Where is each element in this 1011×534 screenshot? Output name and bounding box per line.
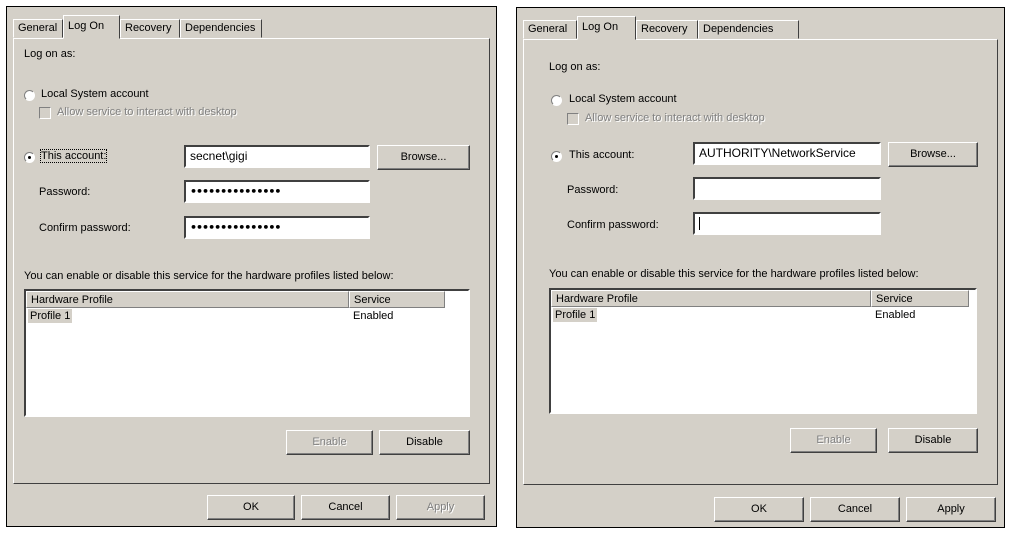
tab-general[interactable]: General [523,20,577,39]
log-on-panel: Log on as: Local System account Allow se… [523,39,998,485]
allow-interact-label: Allow service to interact with desktop [585,112,765,124]
allow-interact-checkbox[interactable] [39,107,51,119]
allow-interact-checkbox[interactable] [567,113,579,125]
password-input[interactable]: ••••••••••••••• [184,180,370,203]
profile-row-service: Enabled [353,310,394,322]
apply-button[interactable]: Apply [906,497,996,522]
hardware-profiles-list[interactable]: Hardware Profile Service Profile 1 Enabl… [24,289,470,417]
confirm-password-input[interactable]: ••••••••••••••• [184,216,370,239]
hardware-profiles-list[interactable]: Hardware Profile Service Profile 1 Enabl… [549,288,977,414]
local-system-label: Local System account [41,88,149,100]
cancel-button[interactable]: Cancel [301,495,390,520]
disable-button[interactable]: Disable [379,430,470,455]
tab-general[interactable]: General [13,19,63,38]
enable-button[interactable]: Enable [286,430,373,455]
confirm-password-input[interactable] [693,212,881,235]
profile-row-name[interactable]: Profile 1 [28,309,73,323]
this-account-label: This account: [39,149,108,163]
service-properties-dialog-right: General Log On Recovery Dependencies Log… [516,7,1005,528]
hardware-profile-column-header[interactable]: Hardware Profile [551,290,871,307]
account-input[interactable]: AUTHORITY\NetworkService [693,142,881,165]
confirm-password-label: Confirm password: [567,219,659,231]
local-system-radio[interactable] [24,90,35,101]
service-column-header[interactable]: Service [349,291,445,308]
tab-recovery[interactable]: Recovery [120,19,180,38]
this-account-radio[interactable] [551,151,562,162]
password-input[interactable] [693,177,881,200]
password-label: Password: [567,184,619,196]
tab-dependencies[interactable]: Dependencies [180,19,262,38]
account-input[interactable]: secnet\gigi [184,145,370,168]
log-on-as-label: Log on as: [549,61,601,73]
service-column-header[interactable]: Service [871,290,969,307]
tab-recovery[interactable]: Recovery [636,20,698,39]
this-account-label: This account: [569,149,635,161]
password-label: Password: [39,186,91,198]
cancel-button[interactable]: Cancel [810,497,900,522]
tab-log-on[interactable]: Log On [577,16,636,40]
confirm-password-label: Confirm password: [39,222,131,234]
browse-button[interactable]: Browse... [888,142,978,167]
profile-row-service: Enabled [875,309,916,321]
hardware-profile-column-header[interactable]: Hardware Profile [26,291,349,308]
this-account-radio[interactable] [24,152,35,163]
ok-button[interactable]: OK [207,495,295,520]
local-system-label: Local System account [569,93,677,105]
tab-log-on[interactable]: Log On [63,15,120,39]
browse-button[interactable]: Browse... [377,145,470,170]
ok-button[interactable]: OK [714,497,804,522]
disable-button[interactable]: Disable [888,428,978,453]
enable-button[interactable]: Enable [790,428,877,453]
local-system-radio[interactable] [551,95,562,106]
hardware-profiles-description: You can enable or disable this service f… [549,268,919,280]
service-properties-dialog-left: General Log On Recovery Dependencies Log… [6,6,497,527]
tab-dependencies[interactable]: Dependencies [698,20,799,39]
hardware-profiles-description: You can enable or disable this service f… [24,270,394,282]
allow-interact-label: Allow service to interact with desktop [57,106,237,118]
log-on-panel: Log on as: Local System account Allow se… [13,38,490,484]
log-on-as-label: Log on as: [24,48,76,60]
apply-button[interactable]: Apply [396,495,485,520]
text-cursor [699,217,700,231]
profile-row-name[interactable]: Profile 1 [553,308,598,322]
